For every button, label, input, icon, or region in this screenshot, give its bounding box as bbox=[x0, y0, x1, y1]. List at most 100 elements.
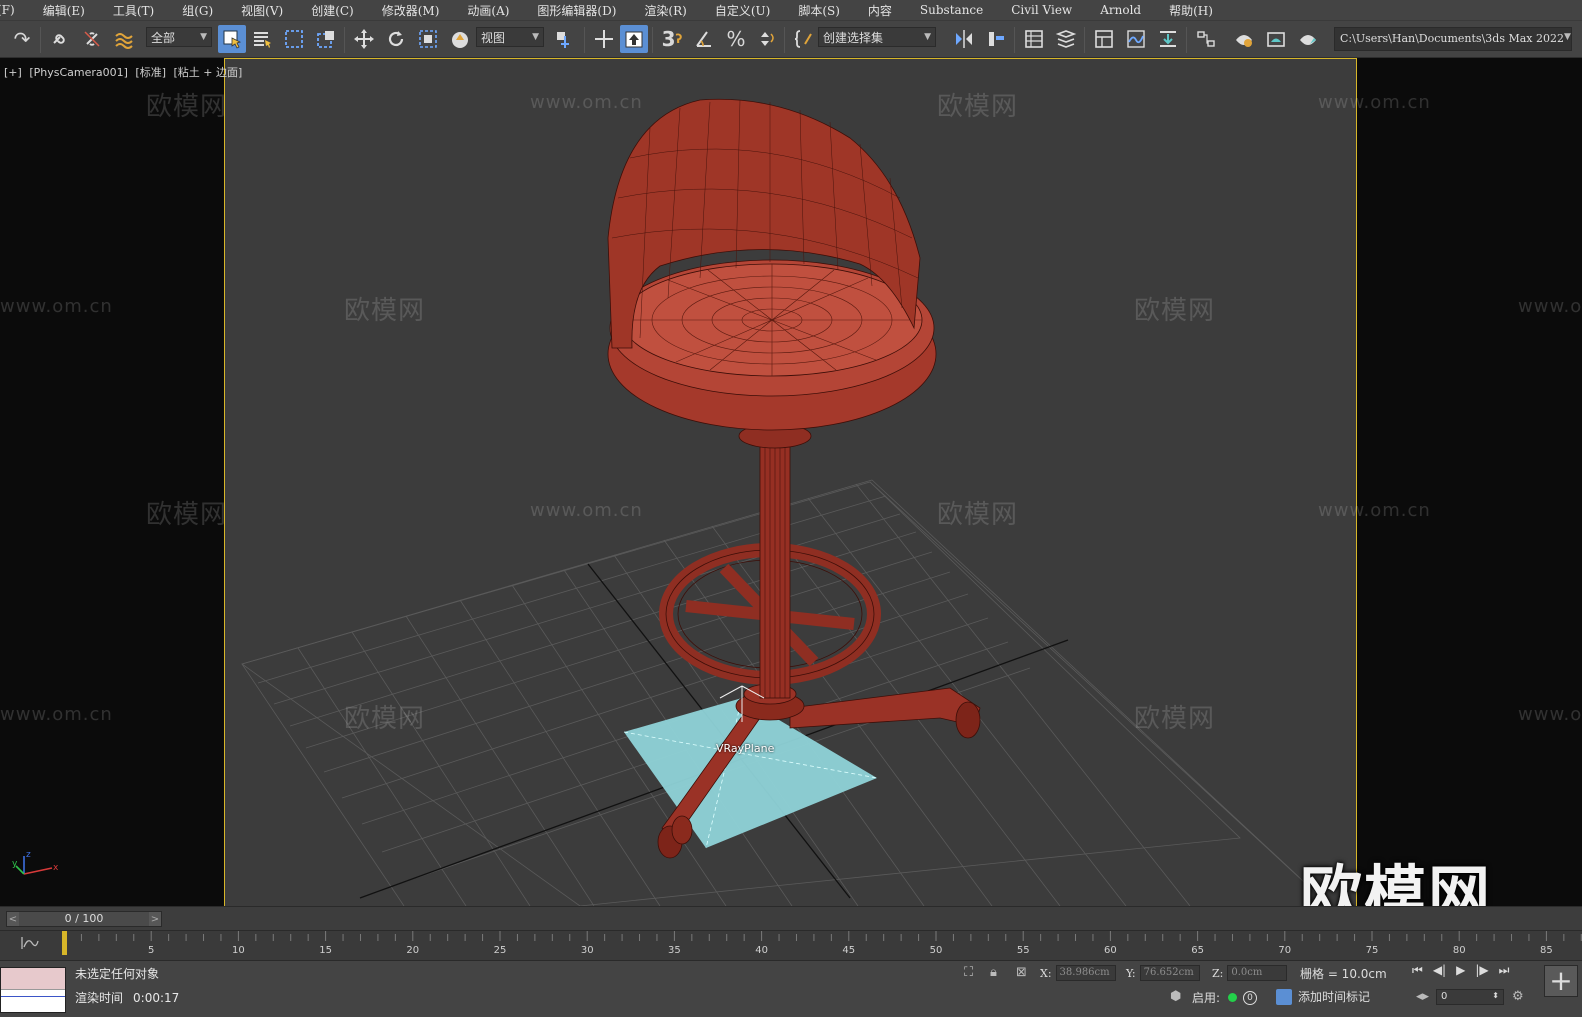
render-production-icon[interactable] bbox=[1294, 25, 1322, 53]
menu-item-4[interactable]: 视图(V) bbox=[227, 2, 297, 19]
select-by-name-icon[interactable] bbox=[248, 25, 276, 53]
menu-item-16[interactable]: 帮助(H) bbox=[1155, 2, 1227, 19]
watermark: 欧模网 bbox=[344, 296, 426, 326]
previous-frame-icon[interactable]: ◀| bbox=[1433, 963, 1446, 978]
object-name-label: VRayPlane bbox=[716, 742, 775, 755]
rect-selection-region-icon[interactable] bbox=[280, 25, 308, 53]
named-selection-dropdown[interactable]: 创建选择集 ▼ bbox=[818, 27, 936, 47]
selection-lock-icon[interactable]: 🔒︎ bbox=[990, 965, 997, 980]
time-slider: < 0 / 100 > bbox=[0, 906, 1582, 930]
go-to-start-icon[interactable]: ⏮ bbox=[1412, 963, 1423, 978]
ruler-tick-label: 55 bbox=[1017, 945, 1030, 956]
keyboard-shortcut-override-icon[interactable] bbox=[620, 25, 648, 53]
maxscript-input[interactable] bbox=[1, 968, 65, 990]
reference-coord-dropdown[interactable]: 视图 ▼ bbox=[476, 27, 544, 47]
go-to-end-icon[interactable]: ⏭ bbox=[1499, 963, 1510, 978]
menu-item-12[interactable]: 内容 bbox=[854, 2, 906, 19]
enable-count-badge[interactable]: 0 bbox=[1243, 990, 1258, 1005]
schematic-view-icon[interactable] bbox=[1192, 25, 1220, 53]
menu-item-5[interactable]: 创建(C) bbox=[297, 2, 368, 19]
manipulate-icon[interactable] bbox=[590, 25, 618, 53]
add-time-tag[interactable]: 添加时间标记 bbox=[1276, 988, 1370, 1005]
menu-item-1[interactable]: 编辑(E) bbox=[29, 2, 99, 19]
render-time: 渲染时间 0:00:17 bbox=[75, 989, 189, 1006]
adaptive-degradation-icon[interactable]: ⬢ bbox=[1170, 989, 1181, 1004]
ruler-tick-label: 20 bbox=[406, 945, 419, 956]
play-icon[interactable]: ▶ bbox=[1456, 963, 1465, 978]
edit-named-selection-icon[interactable] bbox=[790, 25, 818, 53]
coord-y-field[interactable]: 76.652cm bbox=[1139, 965, 1200, 981]
create-panel-button[interactable]: + bbox=[1544, 965, 1578, 997]
time-slider-next-button[interactable]: > bbox=[149, 914, 161, 925]
rotate-icon[interactable] bbox=[382, 25, 410, 53]
menu-item-0[interactable]: (F) bbox=[0, 3, 29, 17]
window-crossing-icon[interactable] bbox=[312, 25, 340, 53]
menu-item-10[interactable]: 自定义(U) bbox=[701, 2, 784, 19]
mirror-icon[interactable] bbox=[950, 25, 978, 53]
menu-item-2[interactable]: 工具(T) bbox=[99, 2, 168, 19]
menu-item-14[interactable]: Civil View bbox=[997, 3, 1086, 17]
menu-item-6[interactable]: 修改器(M) bbox=[368, 2, 454, 19]
status-bar: 未选定任何对象 渲染时间 0:00:17 ⛶ 🔒︎ ⊠ X: 38.986cm Y… bbox=[0, 960, 1582, 1017]
spinner-snap-icon[interactable] bbox=[752, 25, 780, 53]
viewport-camera-menu[interactable]: [PhysCamera001] bbox=[29, 66, 128, 79]
frame-ruler[interactable]: 0510152025303540455055606570758085 bbox=[62, 931, 1582, 961]
menu-item-13[interactable]: Substance bbox=[906, 3, 997, 17]
current-frame-field[interactable]: 0 ⬍ bbox=[1436, 989, 1504, 1005]
menu-item-15[interactable]: Arnold bbox=[1086, 3, 1155, 17]
bind-spacewarp-icon[interactable] bbox=[110, 25, 138, 53]
viewport-shading-menu[interactable]: [粘土 + 边面] bbox=[174, 66, 243, 79]
next-frame-icon[interactable]: |▶ bbox=[1475, 963, 1488, 978]
move-icon[interactable] bbox=[350, 25, 378, 53]
menu-item-9[interactable]: 渲染(R) bbox=[630, 2, 700, 19]
select-object-icon[interactable] bbox=[218, 25, 246, 53]
align-icon[interactable] bbox=[982, 25, 1010, 53]
absolute-mode-icon[interactable]: ⊠ bbox=[1016, 965, 1027, 980]
maxscript-listener[interactable] bbox=[0, 967, 66, 1013]
ruler-tick-label: 10 bbox=[232, 945, 245, 956]
link-icon[interactable] bbox=[46, 25, 74, 53]
time-slider-value[interactable]: 0 / 100 bbox=[19, 912, 149, 926]
key-mode-icon[interactable]: ◂▸ bbox=[1416, 989, 1429, 1004]
project-path-field[interactable]: C:\Users\Han\Documents\3ds Max 2022 ▼ bbox=[1334, 27, 1572, 51]
spinner-icon[interactable]: ⬍ bbox=[1492, 991, 1499, 1003]
menu-item-8[interactable]: 图形编辑器(D) bbox=[523, 2, 630, 19]
viewport-area[interactable]: [+] [PhysCamera001] [标准] [粘土 + 边面] VRayP… bbox=[0, 58, 1582, 906]
watermark: www.om.cn bbox=[0, 296, 113, 317]
scale-icon[interactable] bbox=[414, 25, 442, 53]
isolate-selection-icon[interactable]: ⛶ bbox=[964, 965, 973, 980]
ruler-tick-label: 85 bbox=[1540, 945, 1553, 956]
toggle-layer-explorer-icon[interactable] bbox=[1052, 25, 1080, 53]
angle-snap-icon[interactable] bbox=[690, 25, 718, 53]
percent-snap-icon[interactable]: % bbox=[722, 25, 750, 53]
time-slider-bar[interactable]: < 0 / 100 > bbox=[6, 911, 162, 927]
time-tag-enable: 启用: 0 bbox=[1192, 989, 1258, 1006]
time-configuration-icon[interactable]: ⚙ bbox=[1512, 989, 1524, 1004]
unlink-icon[interactable] bbox=[78, 25, 106, 53]
track-bar[interactable]: 0510152025303540455055606570758085 bbox=[0, 930, 1582, 960]
viewport-general-menu[interactable]: [+] bbox=[4, 66, 22, 79]
toggle-scene-explorer-icon[interactable] bbox=[1020, 25, 1048, 53]
viewport-label-menu[interactable]: [+] [PhysCamera001] [标准] [粘土 + 边面] bbox=[4, 64, 246, 80]
placement-icon[interactable] bbox=[446, 25, 474, 53]
menu-item-7[interactable]: 动画(A) bbox=[453, 2, 523, 19]
pivot-center-icon[interactable] bbox=[550, 25, 578, 53]
viewport-mode-menu[interactable]: [标准] bbox=[135, 66, 166, 79]
redo-icon[interactable]: ↷ bbox=[8, 25, 36, 53]
dope-sheet-icon[interactable] bbox=[1154, 25, 1182, 53]
time-slider-prev-button[interactable]: < bbox=[7, 914, 19, 925]
ruler-tick-label: 75 bbox=[1366, 945, 1379, 956]
rendered-frame-window-icon[interactable] bbox=[1262, 25, 1290, 53]
mini-curve-editor-icon[interactable] bbox=[20, 935, 40, 951]
toggle-ribbon-icon[interactable] bbox=[1090, 25, 1118, 53]
menu-item-11[interactable]: 脚本(S) bbox=[784, 2, 854, 19]
curve-editor-icon[interactable] bbox=[1122, 25, 1150, 53]
menu-item-3[interactable]: 组(G) bbox=[168, 2, 227, 19]
render-setup-icon[interactable] bbox=[1230, 25, 1258, 53]
coord-z-field[interactable]: 0.0cm bbox=[1227, 965, 1288, 981]
watermark: www.om.cn bbox=[530, 92, 643, 113]
snap-toggle-icon[interactable]: 3ʔ bbox=[658, 25, 686, 53]
chevron-down-icon: ▼ bbox=[532, 32, 539, 42]
coord-x-field[interactable]: 38.986cm bbox=[1055, 965, 1116, 981]
selection-filter-dropdown[interactable]: 全部 ▼ bbox=[146, 27, 212, 47]
